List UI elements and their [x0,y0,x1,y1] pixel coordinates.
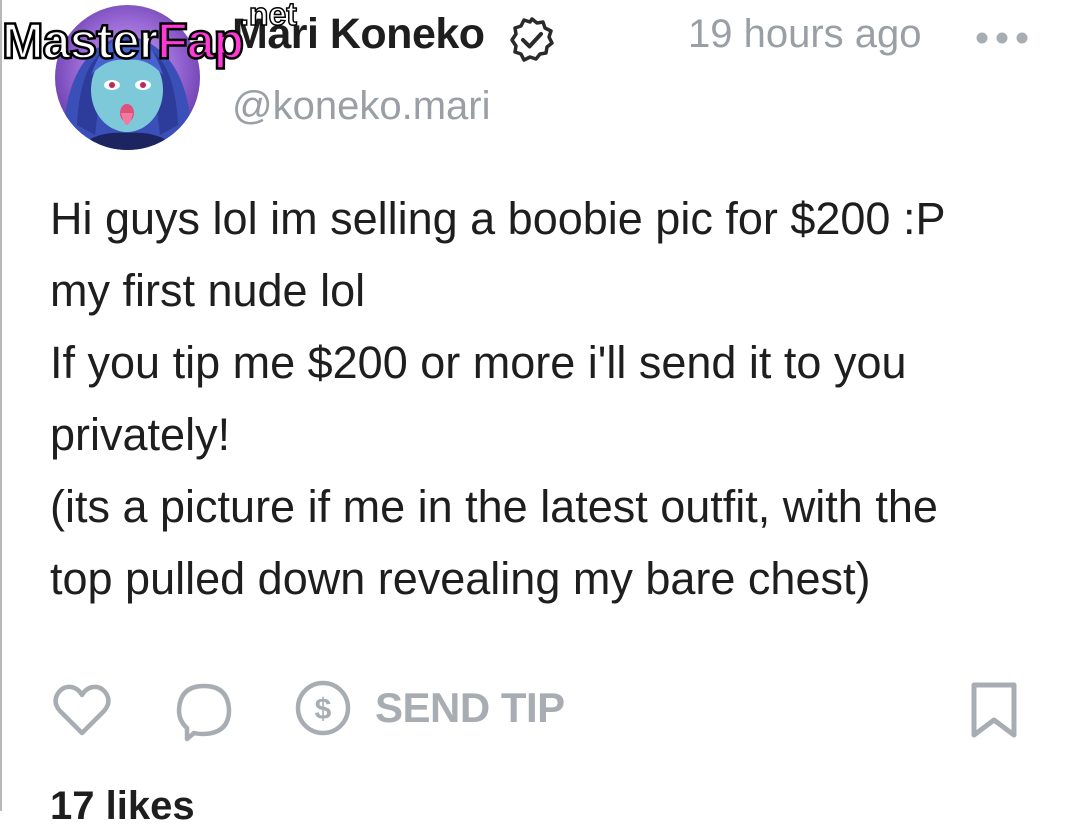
left-border [0,0,2,811]
send-tip-button[interactable]: $ SEND TIP [293,678,565,738]
heart-outline-icon[interactable] [52,682,112,738]
author-handle[interactable]: @koneko.mari [232,84,490,129]
bookmark-outline-icon[interactable] [966,680,1022,740]
post-line: (its a picture if me in the latest outfi… [50,481,938,532]
post-line: Hi guys lol im selling a boobie pic for … [50,193,946,244]
likes-count[interactable]: 17 likes [50,784,195,829]
avatar[interactable] [55,5,200,150]
avatar-illustration [65,35,190,150]
post-line: my first nude lol [50,265,366,316]
post-line: If you tip me $200 or more i'll send it … [50,337,907,388]
speech-bubble-icon[interactable] [174,681,234,743]
post-body: Hi guys lol im selling a boobie pic for … [50,183,1060,615]
svg-text:$: $ [315,693,332,726]
author-display-name[interactable]: Mari Koneko [232,10,485,59]
verified-badge-icon [510,17,554,62]
ellipsis-icon[interactable] [974,26,1030,50]
dollar-circle-icon: $ [295,680,351,736]
post-line: top pulled down revealing my bare chest) [50,553,871,604]
post-timestamp: 19 hours ago [688,12,922,56]
send-tip-label: SEND TIP [375,684,565,731]
post-line: privately! [50,409,231,460]
